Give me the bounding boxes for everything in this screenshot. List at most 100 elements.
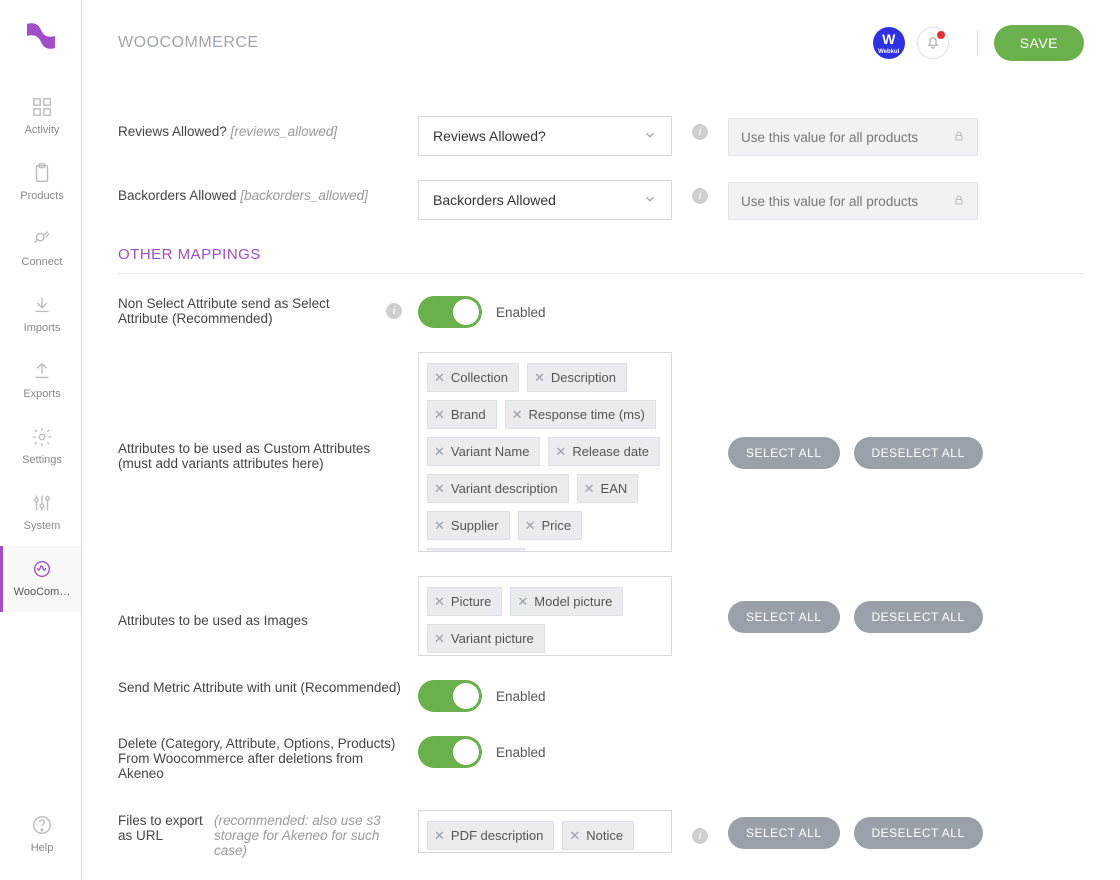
remove-icon[interactable]: ✕ [534,371,545,384]
chip[interactable]: ✕Variant description [427,474,569,503]
chip[interactable]: ✕Variant Name [427,437,540,466]
row-nonselect-toggle: Non Select Attribute send as Select Attr… [118,296,1084,328]
nav-imports[interactable]: Imports [0,282,81,348]
remove-icon[interactable]: ✕ [555,445,566,458]
nav-woocommerce[interactable]: WooCom… [0,546,81,612]
row-metric-toggle: Send Metric Attribute with unit (Recomme… [118,680,1084,712]
info-icon[interactable]: i [692,124,708,140]
remove-icon[interactable]: ✕ [434,408,445,421]
chip-label: Response time (ms) [529,407,645,422]
nav-exports[interactable]: Exports [0,348,81,414]
locked-default-value: Use this value for all products [728,118,978,156]
plug-icon [29,226,55,252]
custom-attributes-multiselect[interactable]: ✕Collection✕Description✕Brand✕Response t… [418,352,672,552]
nav-products[interactable]: Products [0,150,81,216]
nav-connect[interactable]: Connect [0,216,81,282]
save-button[interactable]: SAVE [994,25,1084,61]
webkul-badge[interactable]: Webkul [873,27,905,59]
remove-icon[interactable]: ✕ [434,829,445,842]
remove-icon[interactable]: ✕ [517,595,528,608]
lock-icon [953,130,965,145]
sidebar: Activity Products Connect Imports [0,0,82,880]
chip[interactable]: ✕ Price [518,511,583,540]
info-icon[interactable]: i [692,188,708,204]
metric-toggle[interactable] [418,680,482,712]
backorders-allowed-select[interactable]: Backorders Allowed [418,180,672,220]
nav-label: Settings [22,454,62,466]
remove-icon[interactable]: ✕ [434,482,445,495]
divider [977,30,978,56]
clipboard-icon [29,160,55,186]
woocommerce-icon [29,556,55,582]
chip[interactable]: ✕Variant picture [427,624,545,653]
field-label: Backorders Allowed [backorders_allowed] [118,180,418,203]
chip-label: Supplier [451,518,499,533]
select-all-button[interactable]: SELECT ALL [728,437,840,469]
nav-system[interactable]: System [0,480,81,546]
nonselect-toggle[interactable] [418,296,482,328]
deselect-all-button[interactable]: DESELECT ALL [854,601,983,633]
toggle-state: Enabled [496,745,546,760]
nav-label: WooCom… [14,586,71,598]
chip[interactable]: ✕ Model picture [510,587,623,616]
chip-label: Model picture [534,594,612,609]
reviews-allowed-select[interactable]: Reviews Allowed? [418,116,672,156]
select-all-button[interactable]: SELECT ALL [728,601,840,633]
remove-icon[interactable]: ✕ [584,482,595,495]
chip[interactable]: ✕Release date [548,437,660,466]
nav-settings[interactable]: Settings [0,414,81,480]
remove-icon[interactable]: ✕ [434,595,445,608]
remove-icon[interactable]: ✕ [569,829,580,842]
chip-label: Description [551,370,616,385]
remove-icon[interactable]: ✕ [512,408,523,421]
chip[interactable]: ✕ Description [527,363,627,392]
chip[interactable]: ✕ Notice [562,821,634,850]
field-label: Files to export as URL (recommended: als… [118,805,418,858]
chip[interactable]: ✕ERP name [427,548,525,552]
field-label: Send Metric Attribute with unit (Recomme… [118,680,418,695]
chevron-down-icon [643,128,657,145]
select-all-button[interactable]: SELECT ALL [728,817,840,849]
chip[interactable]: ✕ EAN [577,474,639,503]
info-icon[interactable]: i [692,828,708,844]
main-nav: Activity Products Connect Imports [0,84,81,612]
remove-icon[interactable]: ✕ [434,632,445,645]
chip-label: Collection [451,370,508,385]
chip[interactable]: ✕ Picture [427,587,502,616]
deselect-all-button[interactable]: DESELECT ALL [854,817,983,849]
chip-label: Picture [451,594,491,609]
remove-icon[interactable]: ✕ [434,371,445,384]
notifications-button[interactable] [917,27,949,59]
field-label: Reviews Allowed? [reviews_allowed] [118,116,418,139]
deselect-all-button[interactable]: DESELECT ALL [854,437,983,469]
chip-label: EAN [601,481,628,496]
locked-default-value: Use this value for all products [728,182,978,220]
chip[interactable]: ✕Brand [427,400,497,429]
grid-icon [29,94,55,120]
select-value: Reviews Allowed? [433,128,546,144]
nav-activity[interactable]: Activity [0,84,81,150]
remove-icon[interactable]: ✕ [434,445,445,458]
chip[interactable]: ✕ Supplier [427,511,510,540]
remove-icon[interactable]: ✕ [434,519,445,532]
chip[interactable]: ✕ Response time (ms) [505,400,656,429]
files-multiselect[interactable]: ✕ PDF description ✕ Notice [418,810,672,853]
select-value: Backorders Allowed [433,192,556,208]
sliders-icon [29,490,55,516]
remove-icon[interactable]: ✕ [525,519,536,532]
chip[interactable]: ✕ PDF description [427,821,554,850]
notification-dot [937,31,945,39]
delete-toggle[interactable] [418,736,482,768]
info-icon[interactable]: i [386,303,402,319]
row-image-attributes: Attributes to be used as Images ✕Picture… [118,576,1084,656]
chip-label: Price [542,518,572,533]
upload-icon [29,358,55,384]
section-other-mappings: OTHER MAPPINGS [118,246,1084,274]
chip[interactable]: ✕ Collection [427,363,519,392]
chip-label: PDF description [451,828,543,843]
nav-help[interactable]: Help [26,802,55,868]
image-attributes-multiselect[interactable]: ✕ Picture ✕ Model picture ✕Variant picture [418,576,672,656]
nav-label: Exports [23,388,60,400]
nav-label: Products [20,190,63,202]
chip-label: Notice [586,828,623,843]
